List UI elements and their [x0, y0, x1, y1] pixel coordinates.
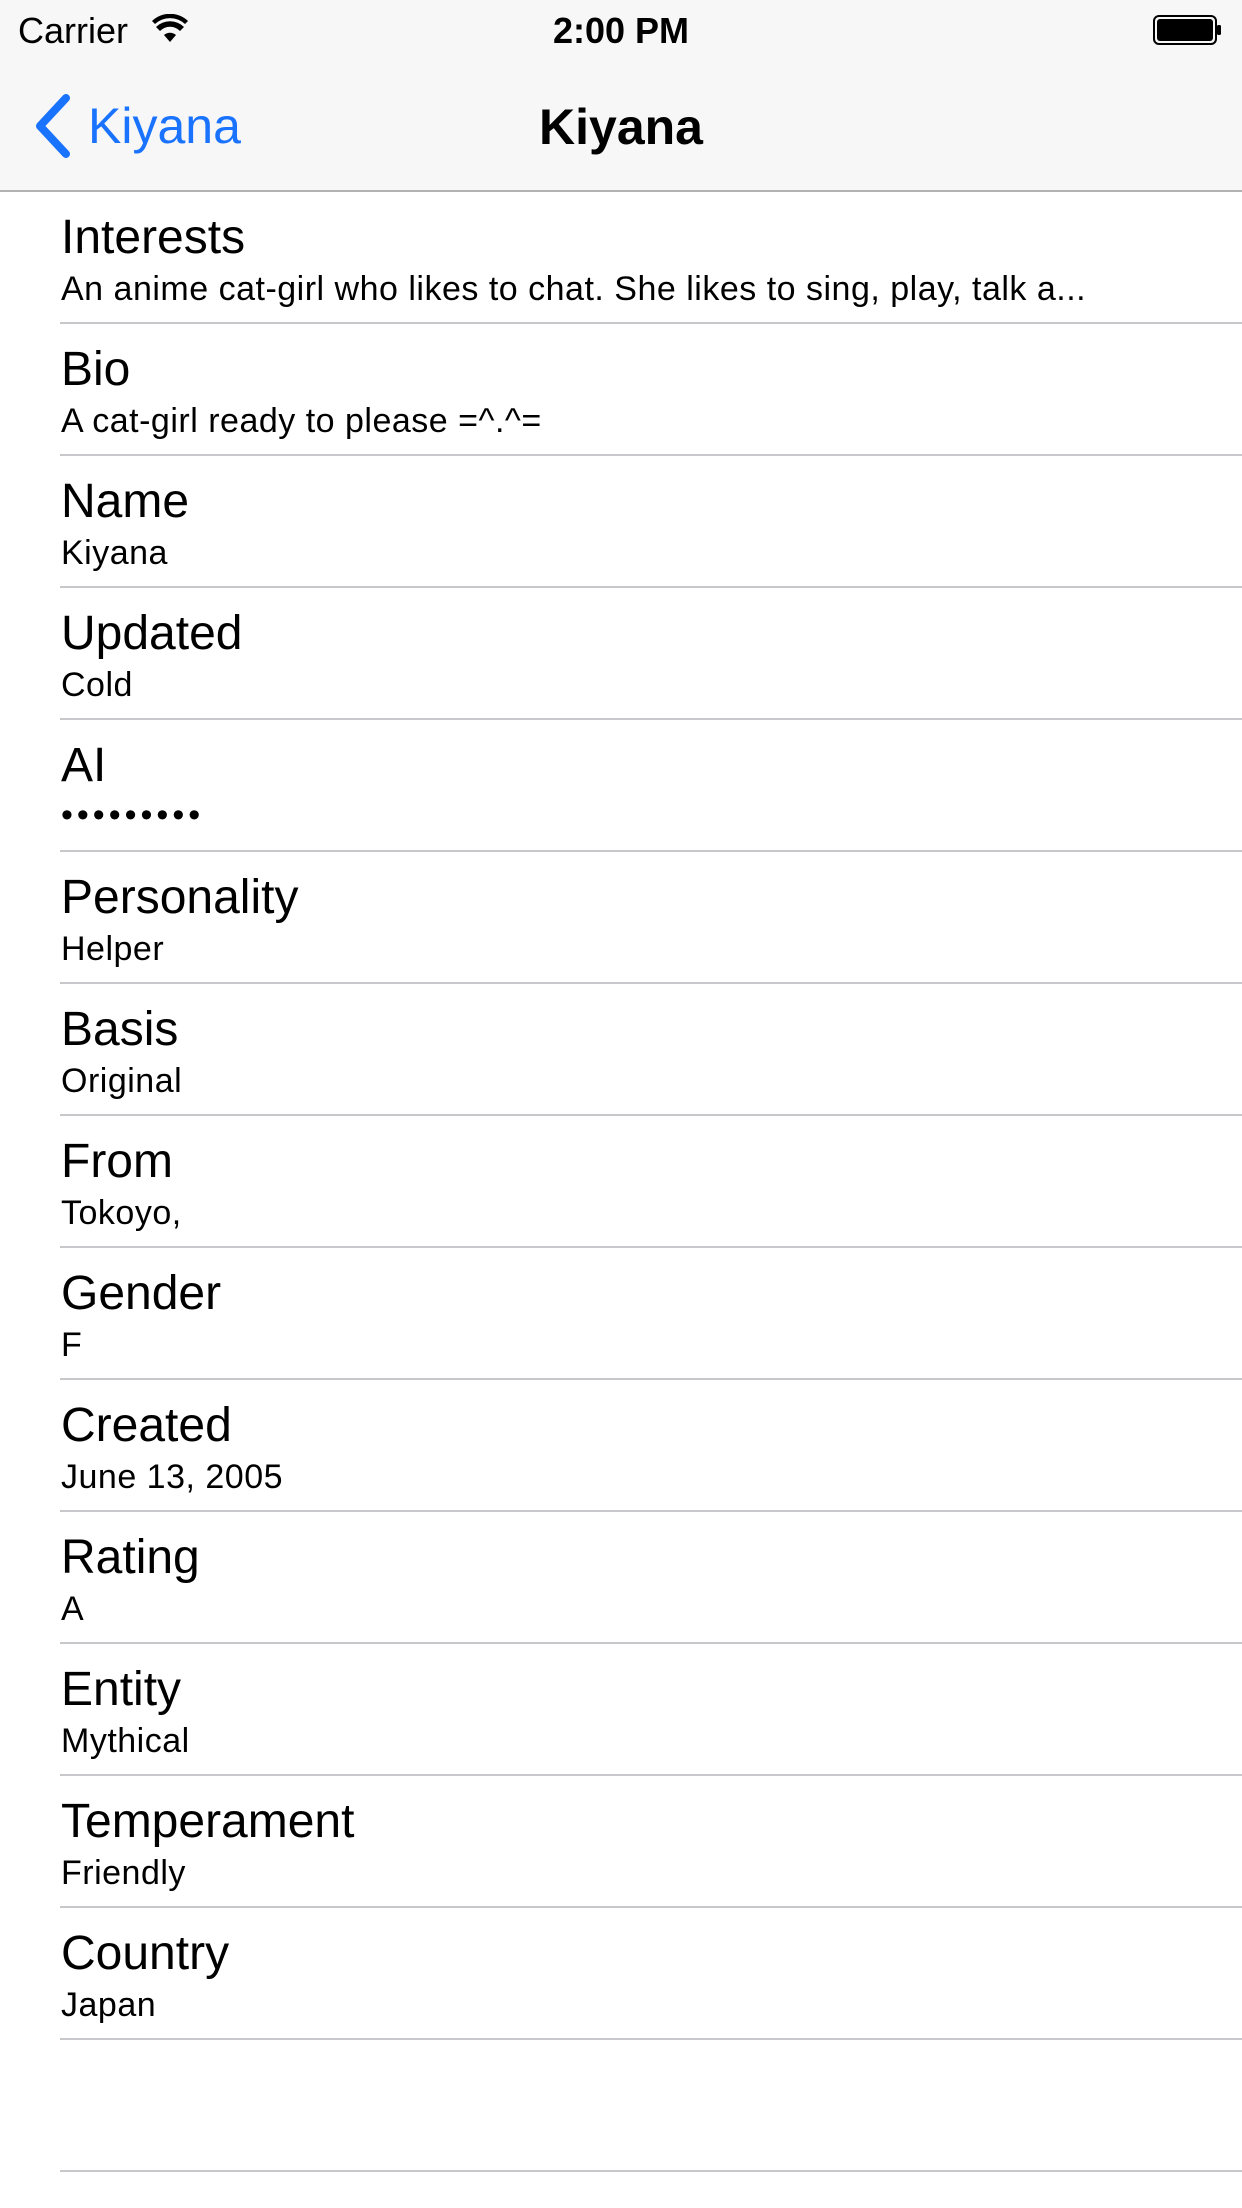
list-item-created[interactable]: Created June 13, 2005 — [60, 1380, 1242, 1512]
row-detail: Kiyana — [61, 534, 168, 572]
row-title: Entity — [61, 1663, 182, 1716]
list-item-name[interactable]: Name Kiyana — [60, 456, 1242, 588]
list-item-personality[interactable]: Personality Helper — [60, 852, 1242, 984]
list-item-from[interactable]: From Tokoyo, — [60, 1116, 1242, 1248]
row-detail: Mythical — [61, 1722, 190, 1760]
row-title: AI — [61, 739, 107, 792]
row-detail: A cat-girl ready to please =^.^= — [61, 402, 542, 440]
list-item-basis[interactable]: Basis Original — [60, 984, 1242, 1116]
row-title: Interests — [61, 211, 246, 264]
list-item-gender[interactable]: Gender F — [60, 1248, 1242, 1380]
empty-list-row — [60, 2040, 1242, 2172]
row-detail: A — [61, 1590, 85, 1628]
profile-detail-list: Interests An anime cat-girl who likes to… — [0, 192, 1242, 2172]
row-detail: F — [61, 1326, 83, 1364]
row-title: Rating — [61, 1531, 200, 1584]
row-detail: Helper — [61, 930, 165, 968]
row-title: Bio — [61, 343, 131, 396]
list-item-ai[interactable]: AI ••••••••• — [60, 720, 1242, 852]
row-detail-masked: ••••••••• — [61, 796, 205, 834]
row-detail: Cold — [61, 666, 133, 704]
row-title: Basis — [61, 1003, 179, 1056]
list-item-country[interactable]: Country Japan — [60, 1908, 1242, 2040]
list-item-temperament[interactable]: Temperament Friendly — [60, 1776, 1242, 1908]
row-detail: Original — [61, 1062, 183, 1100]
row-title: Temperament — [61, 1795, 355, 1848]
list-item-bio[interactable]: Bio A cat-girl ready to please =^.^= — [60, 324, 1242, 456]
row-title: Created — [61, 1399, 232, 1452]
battery-icon — [1153, 14, 1223, 46]
status-bar: Carrier 2:00 PM — [0, 0, 1242, 60]
list-item-interests[interactable]: Interests An anime cat-girl who likes to… — [60, 192, 1242, 324]
row-detail: Tokoyo, — [61, 1194, 182, 1232]
list-item-entity[interactable]: Entity Mythical — [60, 1644, 1242, 1776]
row-title: Name — [61, 475, 190, 528]
row-title: Country — [61, 1927, 230, 1980]
row-title: Gender — [61, 1267, 222, 1320]
row-detail: Japan — [61, 1986, 157, 2024]
row-detail: An anime cat-girl who likes to chat. She… — [61, 270, 1087, 308]
list-item-rating[interactable]: Rating A — [60, 1512, 1242, 1644]
status-time: 2:00 PM — [552, 10, 690, 51]
row-detail: June 13, 2005 — [61, 1458, 284, 1496]
page-title: Kiyana — [539, 99, 703, 155]
row-title: Personality — [61, 871, 299, 924]
navigation-bar: Kiyana Kiyana — [0, 60, 1242, 192]
list-item-updated[interactable]: Updated Cold — [60, 588, 1242, 720]
row-title: From — [61, 1135, 173, 1188]
row-title: Updated — [61, 607, 243, 660]
row-detail: Friendly — [61, 1854, 186, 1892]
